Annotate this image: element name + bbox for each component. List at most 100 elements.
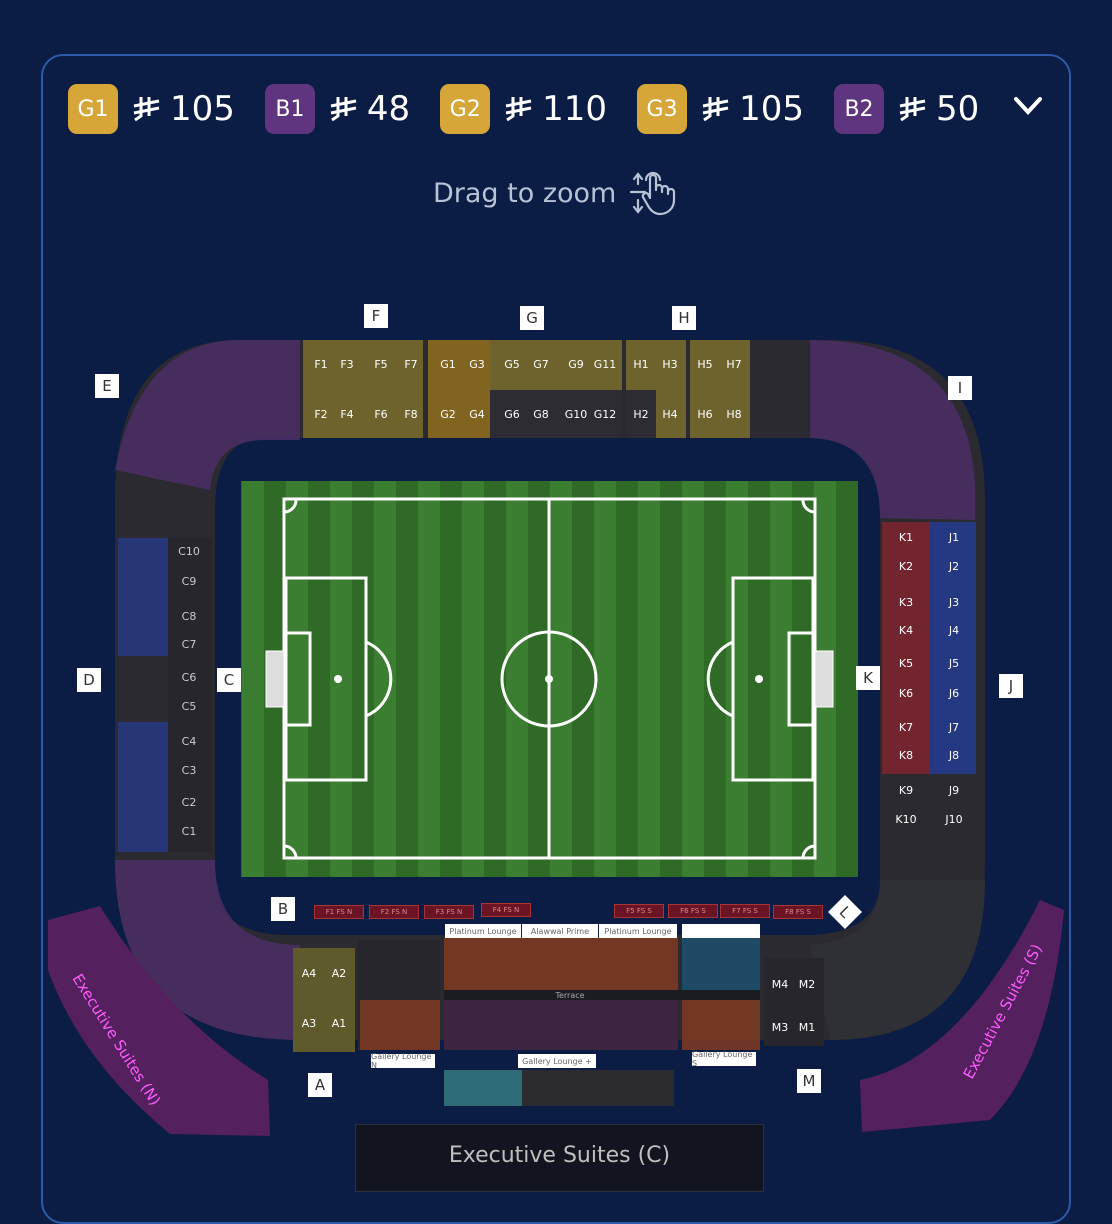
block-k8[interactable]: K8 xyxy=(899,749,913,762)
block-k9[interactable]: K9 xyxy=(899,784,913,797)
family-section-f7[interactable]: F7 FS S xyxy=(720,904,770,918)
block-j5[interactable]: J5 xyxy=(948,657,959,670)
block-h3[interactable]: H3 xyxy=(662,358,677,371)
gallery-lounge-plus[interactable]: Gallery Lounge + xyxy=(518,1054,596,1068)
section-label-b[interactable]: B xyxy=(271,897,295,921)
section-k-j-blocks xyxy=(882,522,976,836)
section-label-e[interactable]: E xyxy=(95,374,119,398)
block-j1[interactable]: J1 xyxy=(948,531,959,544)
block-g7[interactable]: G7 xyxy=(533,358,549,371)
section-label-h[interactable]: H xyxy=(672,306,696,330)
block-k7[interactable]: K7 xyxy=(899,721,913,734)
block-c9[interactable]: C9 xyxy=(182,575,197,588)
terrace[interactable]: Terrace xyxy=(540,990,600,1000)
goal-right xyxy=(814,650,834,708)
block-c4[interactable]: C4 xyxy=(182,735,197,748)
executive-suites-c[interactable]: Executive Suites (C) xyxy=(355,1124,764,1192)
block-f8[interactable]: F8 xyxy=(404,408,417,421)
family-section-f2[interactable]: F2 FS N xyxy=(369,905,419,919)
block-m4[interactable]: M4 xyxy=(772,978,789,991)
block-j10[interactable]: J10 xyxy=(944,813,962,826)
section-label-a[interactable]: A xyxy=(308,1073,332,1097)
block-g5[interactable]: G5 xyxy=(504,358,520,371)
block-k10[interactable]: K10 xyxy=(895,813,916,826)
block-j2[interactable]: J2 xyxy=(948,560,959,573)
lower-hospitality xyxy=(293,938,824,1106)
block-k6[interactable]: K6 xyxy=(899,687,913,700)
block-f7[interactable]: F7 xyxy=(404,358,417,371)
block-f4[interactable]: F4 xyxy=(340,408,353,421)
family-section-f6[interactable]: F6 FS S xyxy=(668,904,718,918)
family-section-f5[interactable]: F5 FS S xyxy=(614,904,664,918)
block-j8[interactable]: J8 xyxy=(948,749,959,762)
stadium-map[interactable]: Executive Suites (N) Executive Suites (S… xyxy=(0,0,1112,1200)
section-label-g[interactable]: G xyxy=(520,306,544,330)
block-k2[interactable]: K2 xyxy=(899,560,913,573)
block-f1[interactable]: F1 xyxy=(314,358,327,371)
goal-left xyxy=(265,650,285,708)
block-k5[interactable]: K5 xyxy=(899,657,913,670)
section-label-i[interactable]: I xyxy=(948,376,972,400)
block-f5[interactable]: F5 xyxy=(374,358,387,371)
block-c6[interactable]: C6 xyxy=(182,671,197,684)
block-f3[interactable]: F3 xyxy=(340,358,353,371)
block-f2[interactable]: F2 xyxy=(314,408,327,421)
block-c10[interactable]: C10 xyxy=(178,545,200,558)
block-m1[interactable]: M1 xyxy=(799,1021,816,1034)
block-m2[interactable]: M2 xyxy=(799,978,816,991)
block-m3[interactable]: M3 xyxy=(772,1021,789,1034)
block-f6[interactable]: F6 xyxy=(374,408,387,421)
block-c3[interactable]: C3 xyxy=(182,764,197,777)
block-g2[interactable]: G2 xyxy=(440,408,456,421)
block-g3[interactable]: G3 xyxy=(469,358,485,371)
block-c1[interactable]: C1 xyxy=(182,825,197,838)
block-g9[interactable]: G9 xyxy=(568,358,584,371)
block-a3[interactable]: A3 xyxy=(302,1017,317,1030)
block-g11[interactable]: G11 xyxy=(594,358,617,371)
family-section-f4[interactable]: F4 FS N xyxy=(481,903,531,917)
section-label-m[interactable]: M xyxy=(797,1069,821,1093)
unnamed-lounge-tab[interactable] xyxy=(682,924,760,938)
block-j9[interactable]: J9 xyxy=(948,784,959,797)
block-g1[interactable]: G1 xyxy=(440,358,456,371)
block-k3[interactable]: K3 xyxy=(899,596,913,609)
block-h4[interactable]: H4 xyxy=(662,408,677,421)
block-k4[interactable]: K4 xyxy=(899,624,913,637)
platinum-lounge-n[interactable]: Platinum Lounge xyxy=(445,924,521,938)
block-g10[interactable]: G10 xyxy=(565,408,588,421)
block-j4[interactable]: J4 xyxy=(948,624,959,637)
block-c5[interactable]: C5 xyxy=(182,700,197,713)
gallery-lounge-n[interactable]: Gallery Lounge N xyxy=(371,1052,435,1070)
section-label-d[interactable]: D xyxy=(77,668,101,692)
block-j7[interactable]: J7 xyxy=(948,721,959,734)
block-h5[interactable]: H5 xyxy=(697,358,712,371)
block-c7[interactable]: C7 xyxy=(182,638,197,651)
block-h8[interactable]: H8 xyxy=(726,408,741,421)
block-a1[interactable]: A1 xyxy=(332,1017,347,1030)
block-h1[interactable]: H1 xyxy=(633,358,648,371)
block-j6[interactable]: J6 xyxy=(948,687,959,700)
block-a4[interactable]: A4 xyxy=(302,967,317,980)
block-g6[interactable]: G6 xyxy=(504,408,520,421)
family-section-f3[interactable]: F3 FS N xyxy=(424,905,474,919)
section-label-j[interactable]: J xyxy=(999,674,1023,698)
block-j3[interactable]: J3 xyxy=(948,596,959,609)
platinum-lounge-s[interactable]: Platinum Lounge xyxy=(599,924,677,938)
family-section-f1[interactable]: F1 FS N xyxy=(314,905,364,919)
block-a2[interactable]: A2 xyxy=(332,967,347,980)
block-h7[interactable]: H7 xyxy=(726,358,741,371)
block-c8[interactable]: C8 xyxy=(182,610,197,623)
block-c2[interactable]: C2 xyxy=(182,796,197,809)
block-k1[interactable]: K1 xyxy=(899,531,913,544)
section-label-k[interactable]: K xyxy=(856,666,880,690)
alawwal-prime[interactable]: Alawwal Prime xyxy=(522,924,598,938)
block-g12[interactable]: G12 xyxy=(594,408,617,421)
block-g8[interactable]: G8 xyxy=(533,408,549,421)
family-section-f8[interactable]: F8 FS S xyxy=(773,905,823,919)
section-label-c[interactable]: C xyxy=(217,668,241,692)
block-h6[interactable]: H6 xyxy=(697,408,712,421)
block-g4[interactable]: G4 xyxy=(469,408,485,421)
section-label-f[interactable]: F xyxy=(364,304,388,328)
block-h2[interactable]: H2 xyxy=(633,408,648,421)
gallery-lounge-s[interactable]: Gallery Lounge S xyxy=(692,1050,756,1068)
